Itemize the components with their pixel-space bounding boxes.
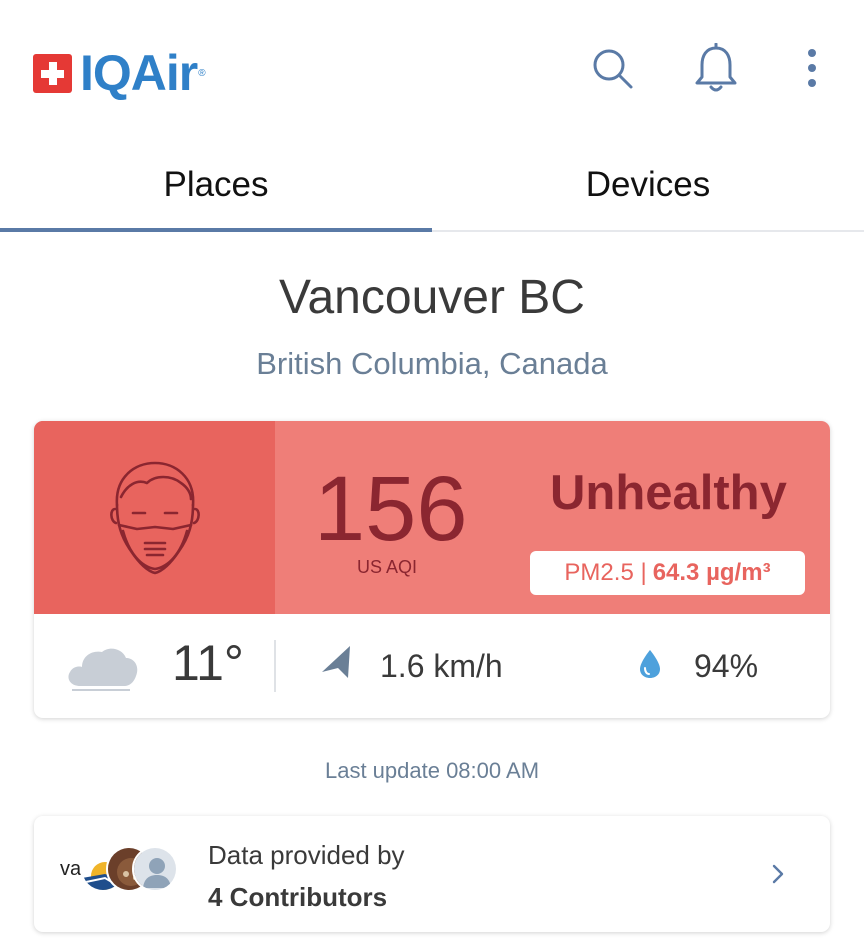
pollutant-name: PM2.5 | <box>564 559 647 586</box>
more-vertical-icon[interactable] <box>788 44 836 92</box>
tab-places[interactable]: Places <box>0 140 432 232</box>
contributors-count: 4 Contributors <box>208 882 388 912</box>
contributor-avatars: va <box>56 846 186 892</box>
logo-text: IQAir <box>80 45 198 101</box>
avatar-text: va <box>60 858 82 880</box>
aqi-value: 156 <box>314 458 468 560</box>
weather-divider <box>274 640 276 692</box>
bell-icon[interactable] <box>692 43 740 92</box>
iqair-logo: IQAir ® <box>33 48 206 98</box>
logo-registered-mark: ® <box>198 67 206 79</box>
temperature: 11° <box>172 635 244 691</box>
wind-speed: 1.6 km/h <box>380 648 503 684</box>
cloud-icon <box>64 636 140 697</box>
region-name: British Columbia, Canada <box>256 346 608 381</box>
humidity: 94% <box>694 648 759 684</box>
avatar-placeholder <box>132 846 178 892</box>
aqi-unit-label: US AQI <box>357 557 418 577</box>
last-update-time: Last update 08:00 AM <box>324 758 540 783</box>
city-name: Vancouver BC <box>279 271 585 324</box>
search-icon[interactable] <box>588 44 636 92</box>
humidity-drop-icon <box>638 648 662 685</box>
aqi-summary: 156 US AQI Unhealthy PM2.5 | 64.3 µg/m³ <box>34 421 830 614</box>
chevron-right-icon <box>770 862 786 891</box>
pollutant-concentration: 64.3 µg/m³ <box>652 559 771 586</box>
app-header: IQAir ® <box>0 0 864 140</box>
main-pollutant-badge: PM2.5 | 64.3 µg/m³ <box>530 551 805 595</box>
aqi-status: Unhealthy <box>550 466 787 520</box>
wind-direction-icon <box>318 644 354 685</box>
aqi-card[interactable]: 156 US AQI Unhealthy PM2.5 | 64.3 µg/m³ … <box>34 421 830 718</box>
face-mask-icon <box>34 421 275 614</box>
weather-row: 11° 1.6 km/h 94% <box>34 614 830 718</box>
contributors-card[interactable]: va Data provided by 4 Contributors <box>34 816 830 932</box>
swiss-cross-icon <box>33 53 72 93</box>
contributors-label: Data provided by <box>208 840 405 870</box>
tab-devices[interactable]: Devices <box>432 140 864 230</box>
tab-bar: Places Devices <box>0 140 864 232</box>
